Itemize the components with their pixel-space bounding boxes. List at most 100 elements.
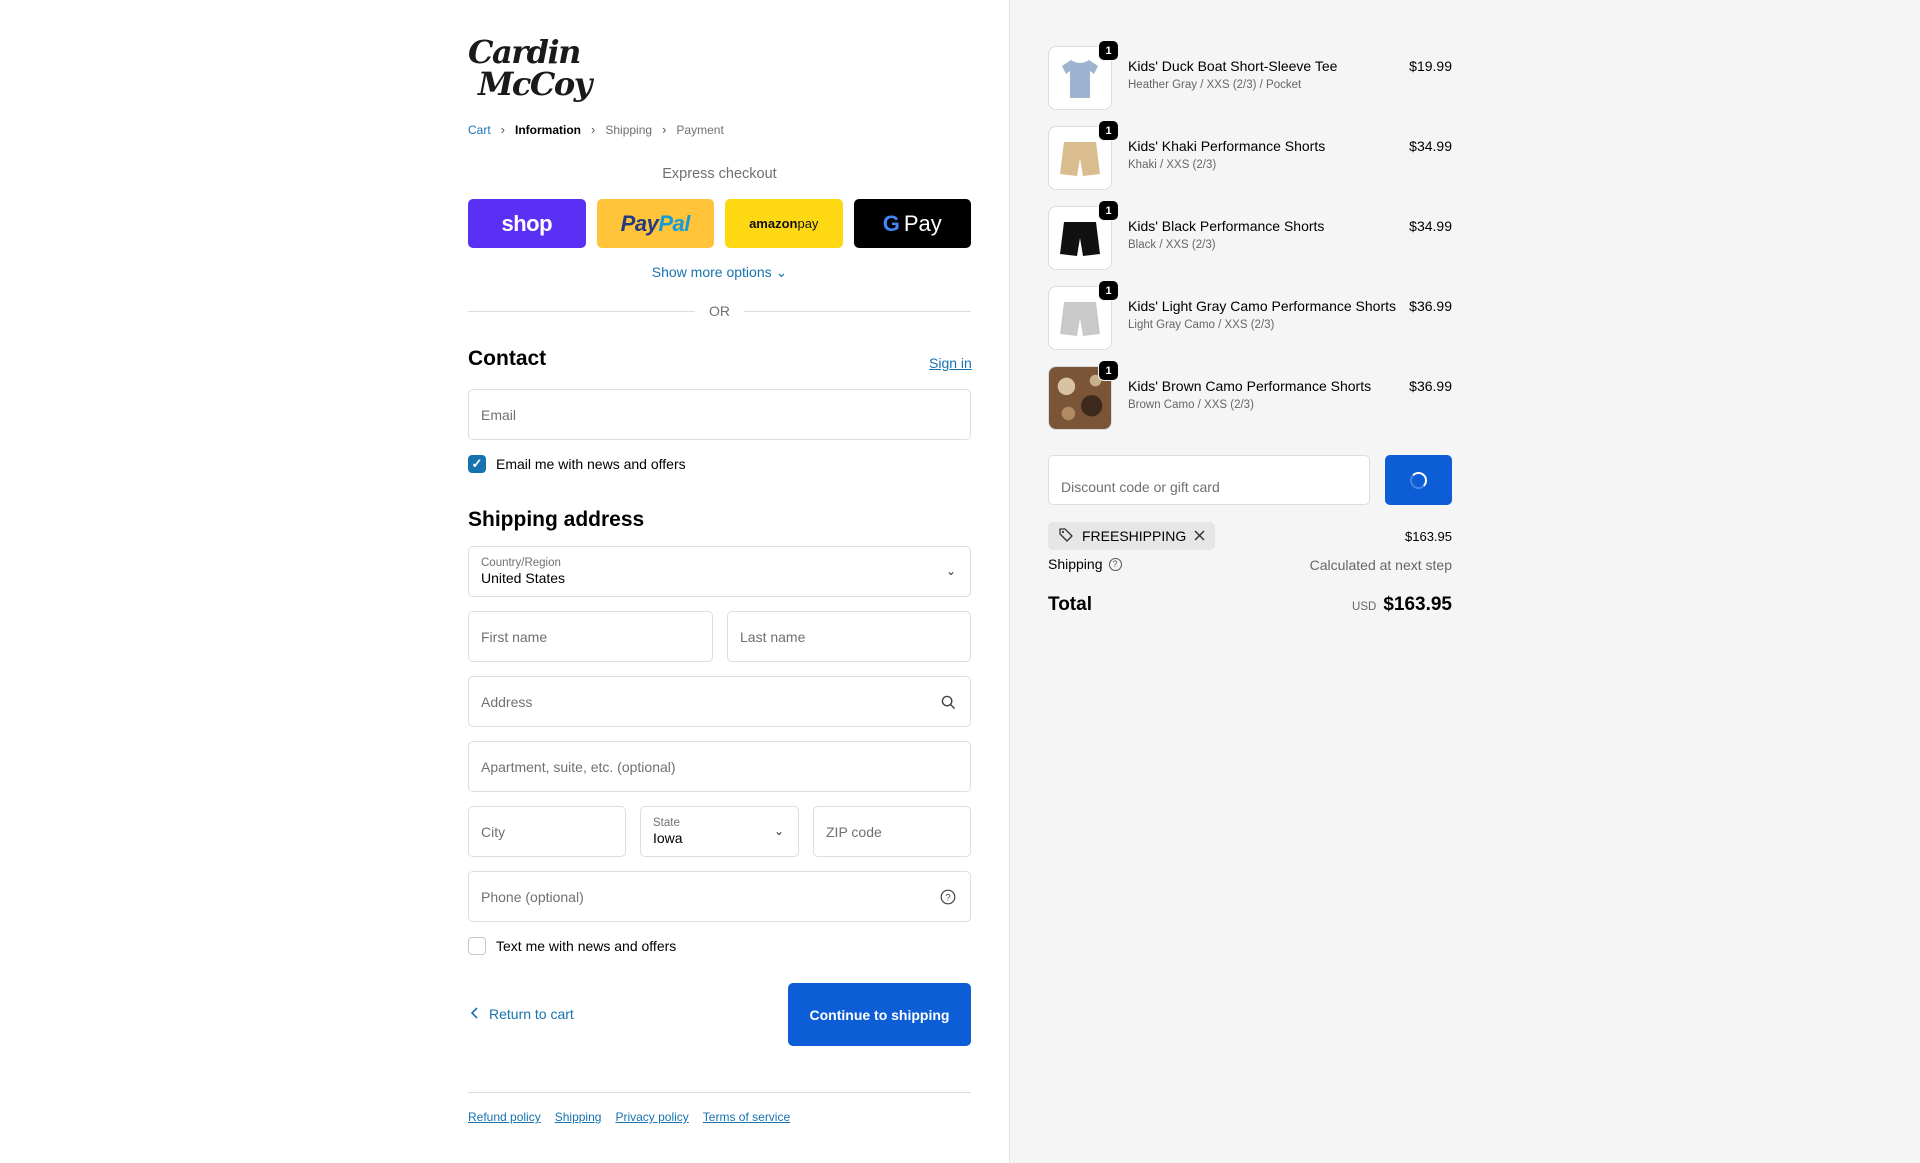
continue-to-shipping-button[interactable]: Continue to shipping: [788, 983, 971, 1046]
state-label: State: [653, 817, 680, 829]
quantity-badge: 1: [1098, 120, 1119, 141]
apartment-field[interactable]: Apartment, suite, etc. (optional): [468, 741, 971, 792]
chevron-right-icon: ›: [591, 122, 596, 137]
google-pay-button[interactable]: G Pay: [853, 199, 971, 248]
sms-checkbox[interactable]: [468, 937, 486, 955]
item-price: $36.99: [1409, 378, 1452, 394]
shorts-image: [1060, 142, 1100, 176]
item-variant: Heather Gray / XXS (2/3) / Pocket: [1128, 79, 1302, 91]
gpay-text: Pay: [903, 210, 942, 236]
shop-pay-logo: shop: [501, 210, 553, 236]
item-name: Kids' Black Performance Shorts: [1128, 218, 1325, 234]
item-price: $34.99: [1409, 138, 1452, 154]
express-checkout-title: Express checkout: [662, 166, 777, 182]
country-label: Country/Region: [481, 557, 561, 569]
shop-pay-button[interactable]: shop: [468, 199, 586, 248]
sign-in-link[interactable]: Sign in: [929, 355, 972, 371]
country-value: United States: [481, 570, 566, 586]
tshirt-image: [1062, 60, 1098, 98]
breadcrumb-payment: Payment: [676, 122, 724, 137]
amazon-pay-button[interactable]: amazon pay: [725, 199, 843, 248]
shorts-image: [1060, 302, 1100, 336]
discount-code-input[interactable]: Discount code or gift card: [1048, 455, 1370, 505]
phone-placeholder: Phone (optional): [481, 888, 584, 905]
country-select[interactable]: Country/Region United States ⌄: [468, 546, 971, 597]
item-variant: Brown Camo / XXS (2/3): [1128, 399, 1254, 411]
or-divider: OR: [468, 303, 971, 319]
privacy-policy-link[interactable]: Privacy policy: [615, 1110, 688, 1124]
breadcrumb-cart[interactable]: Cart: [468, 123, 491, 137]
paypal-logo-a: Pay: [620, 210, 659, 236]
footer-divider: [468, 1092, 971, 1093]
apply-discount-button[interactable]: [1385, 455, 1452, 505]
quantity-badge: 1: [1098, 360, 1119, 381]
item-name: Kids' Light Gray Camo Performance Shorts: [1128, 298, 1397, 314]
help-circle-icon[interactable]: ?: [1108, 557, 1122, 571]
return-label: Return to cart: [489, 1006, 574, 1022]
cart-item: 1 Kids' Light Gray Camo Performance Shor…: [1048, 280, 1452, 350]
last-name-field[interactable]: Last name: [727, 611, 971, 662]
currency-code: USD: [1352, 601, 1377, 613]
last-name-placeholder: Last name: [740, 628, 806, 645]
brand-logo[interactable]: Cardin McCoy: [468, 33, 592, 103]
item-name: Kids' Duck Boat Short-Sleeve Tee: [1128, 58, 1338, 74]
shipping-address-heading: Shipping address: [468, 508, 645, 531]
divider-line: [744, 310, 971, 312]
paypal-button[interactable]: Pay Pal: [596, 199, 714, 248]
first-name-field[interactable]: First name: [468, 611, 713, 662]
cart-item: 1 Kids' Duck Boat Short-Sleeve Tee Heath…: [1048, 40, 1452, 110]
item-price: $36.99: [1409, 298, 1452, 314]
help-circle-icon[interactable]: ?: [939, 888, 957, 906]
subtotal-value: $163.95: [1405, 529, 1452, 544]
newsletter-label: Email me with news and offers: [496, 456, 686, 472]
item-variant: Light Gray Camo / XXS (2/3): [1128, 319, 1275, 331]
cart-item: 1 Kids' Black Performance Shorts Black /…: [1048, 200, 1452, 270]
city-field[interactable]: City: [468, 806, 626, 857]
email-field[interactable]: Email: [468, 389, 971, 440]
remove-discount-icon[interactable]: [1194, 528, 1205, 544]
cart-item: 1 Kids' Khaki Performance Shorts Khaki /…: [1048, 120, 1452, 190]
chevron-down-icon: ⌄: [773, 824, 784, 838]
contact-heading: Contact: [468, 347, 547, 370]
breadcrumb-shipping: Shipping: [605, 122, 653, 137]
chevron-down-icon: ⌄: [775, 264, 788, 280]
applied-discount-tag: FREESHIPPING: [1048, 522, 1216, 550]
item-price: $34.99: [1409, 218, 1452, 234]
newsletter-option[interactable]: ✓ Email me with news and offers: [468, 455, 686, 473]
refund-policy-link[interactable]: Refund policy: [468, 1110, 541, 1124]
zip-placeholder: ZIP code: [826, 823, 882, 840]
show-more-label: Show more options: [651, 264, 772, 280]
address-placeholder: Address: [481, 693, 533, 710]
total-label: Total: [1048, 594, 1092, 615]
amazon-logo: amazon: [749, 216, 798, 231]
logo-line1: Cardin: [468, 33, 581, 71]
shipping-row-label: Shipping ?: [1048, 556, 1122, 572]
chevron-right-icon: ›: [500, 122, 506, 137]
quantity-badge: 1: [1098, 200, 1119, 221]
terms-of-service-link[interactable]: Terms of service: [703, 1110, 790, 1124]
sms-option[interactable]: Text me with news and offers: [468, 937, 676, 955]
svg-text:?: ?: [945, 893, 950, 904]
cart-item: 1 Kids' Brown Camo Performance Shorts Br…: [1048, 360, 1452, 430]
zip-code-field[interactable]: ZIP code: [813, 806, 971, 857]
logo-line2: McCoy: [478, 65, 592, 103]
return-to-cart-link[interactable]: Return to cart: [470, 1006, 574, 1022]
state-value: Iowa: [653, 830, 683, 846]
quantity-badge: 1: [1098, 280, 1119, 301]
phone-field[interactable]: Phone (optional) ?: [468, 871, 971, 922]
address-field[interactable]: Address: [468, 676, 971, 727]
search-icon: [939, 693, 957, 711]
shipping-policy-link[interactable]: Shipping: [555, 1110, 602, 1124]
loading-spinner-icon: [1410, 471, 1427, 489]
show-more-options-link[interactable]: Show more options ⌄: [468, 264, 971, 281]
shorts-image: [1060, 222, 1100, 256]
breadcrumb: Cart › Information › Shipping › Payment: [468, 122, 724, 137]
divider-line: [468, 310, 695, 312]
item-name: Kids' Khaki Performance Shorts: [1128, 138, 1326, 154]
newsletter-checkbox[interactable]: ✓: [468, 455, 486, 473]
express-checkout-buttons: shop Pay Pal amazon pay G Pay: [468, 199, 971, 248]
sms-label: Text me with news and offers: [496, 938, 677, 954]
item-price: $19.99: [1409, 58, 1452, 74]
state-select[interactable]: State Iowa ⌄: [640, 806, 799, 857]
discount-code-label: FREESHIPPING: [1082, 528, 1187, 544]
